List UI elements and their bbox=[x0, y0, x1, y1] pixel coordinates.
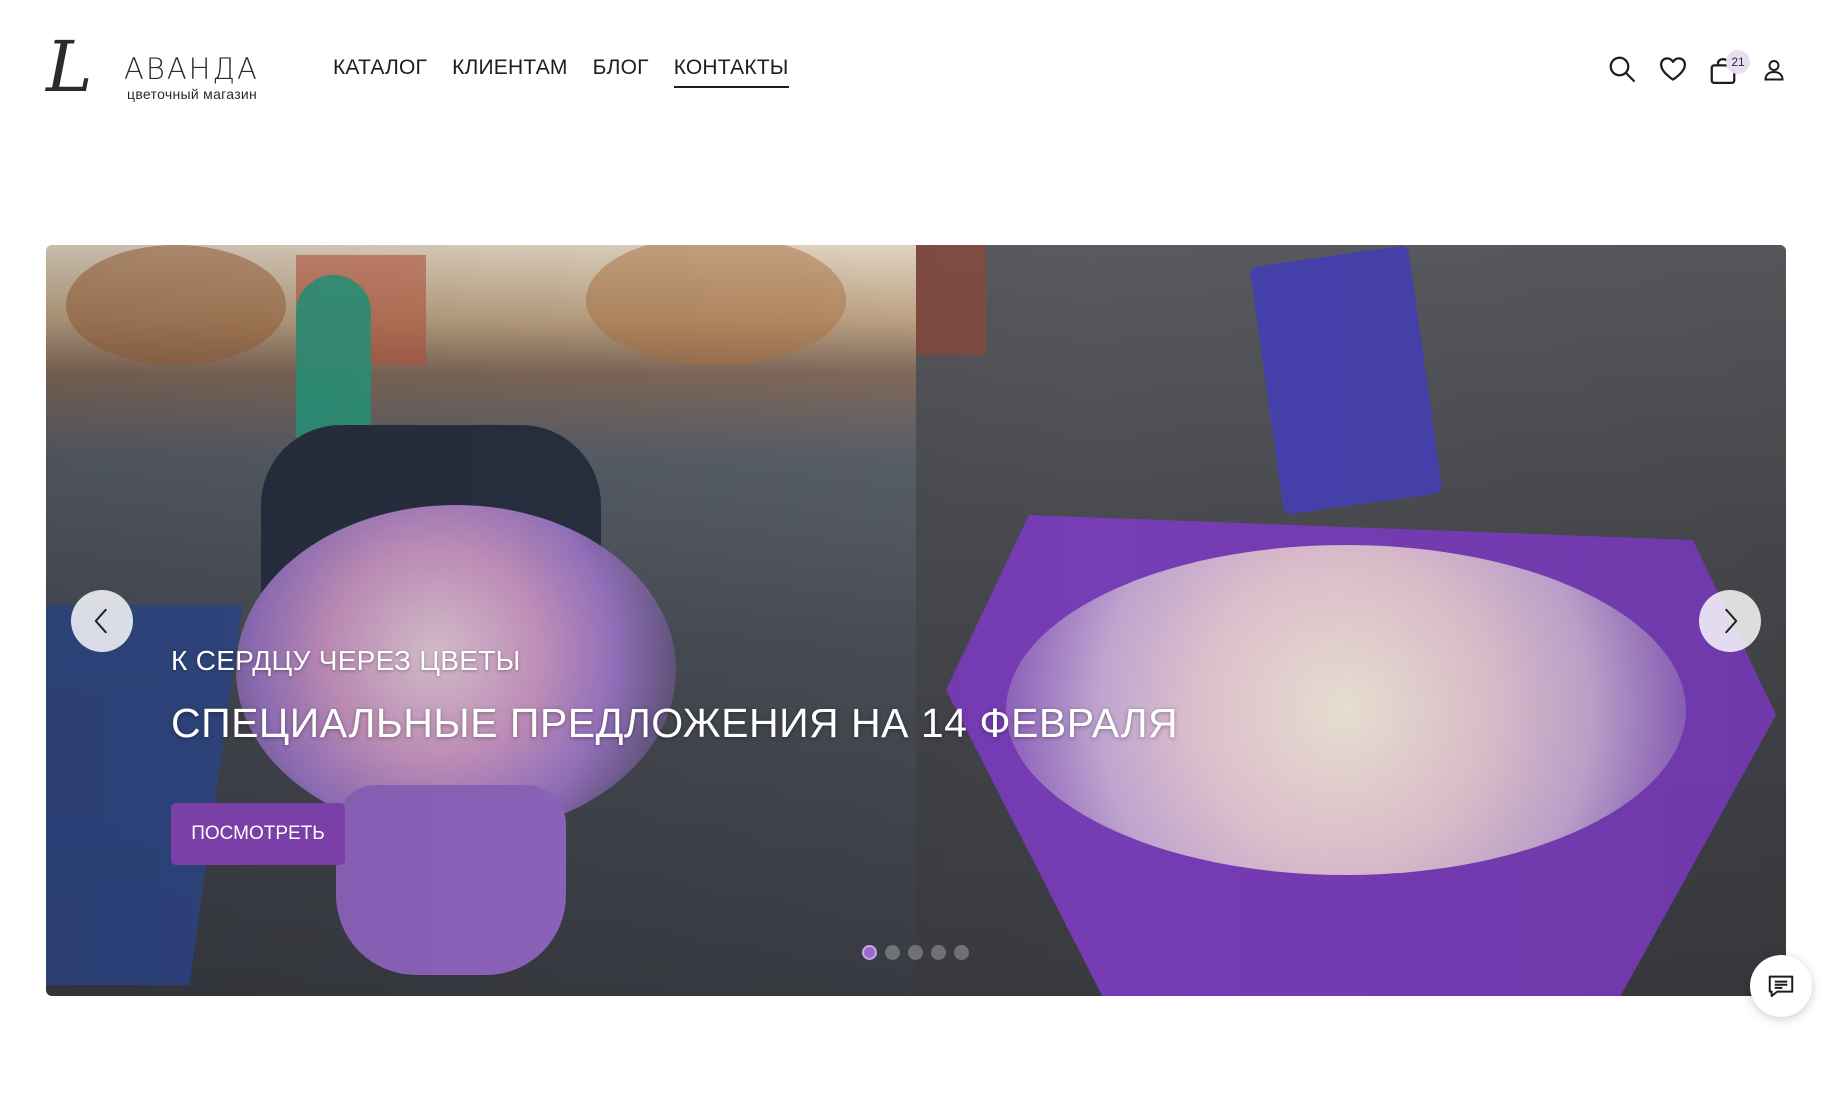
slider-dots bbox=[862, 945, 969, 960]
slider-dot-5[interactable] bbox=[954, 945, 969, 960]
user-icon[interactable] bbox=[1762, 58, 1786, 82]
chevron-left-icon bbox=[94, 608, 107, 634]
logo-tagline: цветочный магазин bbox=[127, 86, 258, 102]
hero-subtitle: К СЕРДЦУ ЧЕРЕЗ ЦВЕТЫ bbox=[171, 645, 521, 676]
logo[interactable]: L АВАНДА цветочный магазин bbox=[46, 32, 266, 106]
view-offers-button[interactable]: ПОСМОТРЕТЬ bbox=[171, 803, 345, 865]
nav-item-blog[interactable]: БЛОГ bbox=[593, 56, 649, 88]
slider-dot-4[interactable] bbox=[931, 945, 946, 960]
slider-dot-1[interactable] bbox=[862, 945, 877, 960]
main-nav: КАТАЛОГ КЛИЕНТАМ БЛОГ КОНТАКТЫ bbox=[333, 56, 789, 88]
heart-icon[interactable] bbox=[1658, 54, 1688, 84]
slider-dot-2[interactable] bbox=[885, 945, 900, 960]
hero-slider: К СЕРДЦУ ЧЕРЕЗ ЦВЕТЫ СПЕЦИАЛЬНЫЕ ПРЕДЛОЖ… bbox=[46, 245, 1786, 996]
chat-widget-button[interactable] bbox=[1750, 955, 1812, 1017]
cart-count-badge: 21 bbox=[1726, 50, 1750, 74]
nav-item-catalog[interactable]: КАТАЛОГ bbox=[333, 56, 427, 88]
slider-prev-button[interactable] bbox=[71, 590, 133, 652]
hero-title: СПЕЦИАЛЬНЫЕ ПРЕДЛОЖЕНИЯ НА 14 ФЕВРАЛЯ bbox=[171, 700, 1179, 746]
chat-icon bbox=[1768, 975, 1794, 997]
nav-item-clients[interactable]: КЛИЕНТАМ bbox=[452, 56, 568, 88]
slider-dot-3[interactable] bbox=[908, 945, 923, 960]
site-header: L АВАНДА цветочный магазин КАТАЛОГ КЛИЕН… bbox=[0, 0, 1827, 140]
slider-next-button[interactable] bbox=[1699, 590, 1761, 652]
search-icon[interactable] bbox=[1607, 54, 1637, 84]
nav-item-contacts[interactable]: КОНТАКТЫ bbox=[673, 56, 789, 88]
logo-script-letter: L bbox=[46, 26, 93, 108]
logo-name: АВАНДА bbox=[124, 52, 259, 86]
chevron-right-icon bbox=[1725, 608, 1738, 634]
